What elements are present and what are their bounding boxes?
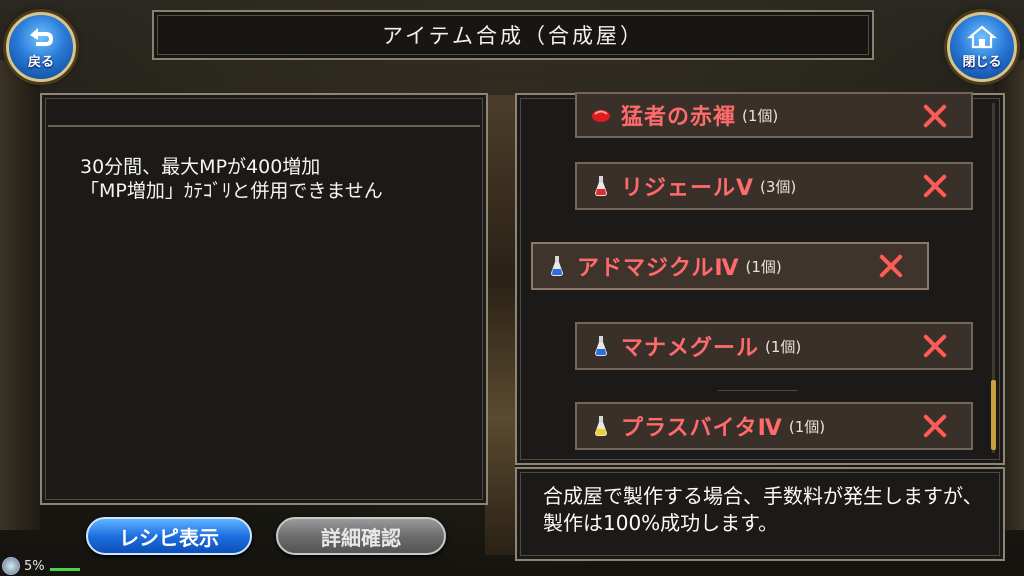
red-potion-icon — [591, 175, 611, 197]
close-label: 閉じる — [962, 54, 1002, 70]
material-name: アドマジクルⅣ — [577, 256, 740, 281]
blue-potion-icon — [591, 335, 611, 357]
material-count: (3個) — [760, 177, 797, 196]
panel-divider — [48, 125, 480, 127]
material-name: リジェールⅤ — [621, 176, 755, 201]
remove-icon[interactable] — [921, 332, 949, 360]
yellow-potion-icon — [591, 415, 611, 437]
battery-text: 5% — [24, 558, 45, 574]
material-row-selected[interactable]: アドマジクルⅣ (1個) — [531, 242, 929, 290]
material-name: プラスバイタⅣ — [621, 416, 783, 441]
list-divider — [718, 390, 798, 391]
remove-icon[interactable] — [921, 102, 949, 130]
close-button[interactable]: 閉じる — [947, 12, 1017, 82]
background-decoration-left — [0, 60, 40, 530]
description-panel: 30分間、最大MPが400増加 「MP増加」ｶﾃｺﾞﾘと併用できません — [40, 93, 488, 505]
back-button[interactable]: 戻る — [6, 12, 76, 82]
detail-button[interactable]: 詳細確認 — [276, 517, 446, 555]
background-scene-strip — [485, 95, 515, 555]
remove-icon[interactable] — [877, 252, 905, 280]
back-arrow-icon — [30, 27, 53, 46]
battery-icon — [2, 557, 20, 575]
blue-potion-icon — [547, 255, 567, 277]
material-name: マナメグール — [621, 336, 760, 361]
note-panel: 合成屋で製作する場合、手数料が発生しますが、製作は100%成功します。 — [515, 467, 1005, 561]
battery-status: 5% — [2, 556, 45, 576]
back-label: 戻る — [27, 54, 54, 70]
material-name: 猛者の赤褌 — [621, 105, 737, 130]
fee-note: 合成屋で製作する場合、手数料が発生しますが、製作は100%成功します。 — [543, 484, 983, 535]
material-count: (1個) — [745, 257, 782, 276]
home-icon — [967, 25, 997, 48]
remove-icon[interactable] — [921, 412, 949, 440]
material-count: (1個) — [788, 417, 826, 436]
page-title: アイテム合成（合成屋） — [382, 24, 644, 48]
scrollbar-thumb[interactable] — [991, 380, 996, 450]
item-description: 30分間、最大MPが400増加 「MP増加」ｶﾃｺﾞﾘと併用できません — [80, 156, 383, 202]
recipe-button[interactable]: レシピ表示 — [86, 517, 252, 555]
remove-icon[interactable] — [921, 172, 949, 200]
material-count: (1個) — [765, 337, 802, 356]
material-row[interactable]: プラスバイタⅣ (1個) — [575, 402, 973, 450]
material-row[interactable]: リジェールⅤ (3個) — [575, 162, 973, 210]
title-bar: アイテム合成（合成屋） — [152, 10, 874, 60]
red-cloth-icon — [591, 104, 611, 126]
material-row[interactable]: 猛者の赤褌 (1個) — [575, 92, 973, 138]
material-row[interactable]: マナメグール (1個) — [575, 322, 973, 370]
material-count: (1個) — [742, 106, 779, 125]
battery-bar — [50, 568, 80, 571]
